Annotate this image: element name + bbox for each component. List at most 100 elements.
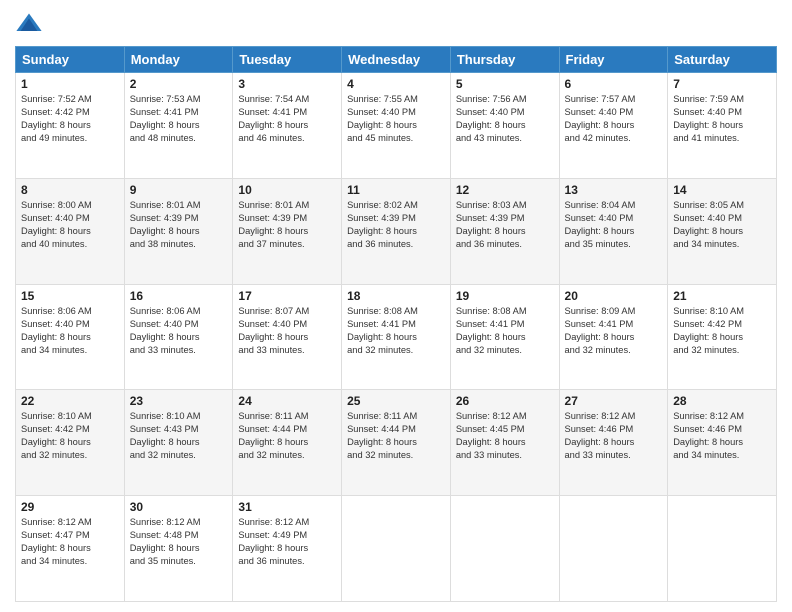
cell-info: Sunrise: 8:12 AM Sunset: 4:46 PM Dayligh… — [565, 410, 663, 462]
cell-info: Sunrise: 8:08 AM Sunset: 4:41 PM Dayligh… — [347, 305, 445, 357]
calendar-cell: 2 Sunrise: 7:53 AM Sunset: 4:41 PM Daylig… — [124, 73, 233, 179]
cell-info: Sunrise: 8:07 AM Sunset: 4:40 PM Dayligh… — [238, 305, 336, 357]
calendar-cell — [450, 496, 559, 602]
day-number: 5 — [456, 77, 554, 91]
calendar-cell: 15 Sunrise: 8:06 AM Sunset: 4:40 PM Dayli… — [16, 284, 125, 390]
calendar-cell: 18 Sunrise: 8:08 AM Sunset: 4:41 PM Dayli… — [342, 284, 451, 390]
calendar-cell — [668, 496, 777, 602]
calendar-cell: 17 Sunrise: 8:07 AM Sunset: 4:40 PM Dayli… — [233, 284, 342, 390]
cell-info: Sunrise: 8:12 AM Sunset: 4:49 PM Dayligh… — [238, 516, 336, 568]
cell-info: Sunrise: 8:12 AM Sunset: 4:45 PM Dayligh… — [456, 410, 554, 462]
calendar-cell: 14Sunrise: 8:05 AM Sunset: 4:40 PM Dayli… — [668, 178, 777, 284]
cell-info: Sunrise: 8:12 AM Sunset: 4:46 PM Dayligh… — [673, 410, 771, 462]
calendar-week-row: 29 Sunrise: 8:12 AM Sunset: 4:47 PM Dayli… — [16, 496, 777, 602]
calendar-cell: 26 Sunrise: 8:12 AM Sunset: 4:45 PM Dayli… — [450, 390, 559, 496]
cell-info: Sunrise: 8:10 AM Sunset: 4:42 PM Dayligh… — [673, 305, 771, 357]
calendar-cell: 5 Sunrise: 7:56 AM Sunset: 4:40 PM Daylig… — [450, 73, 559, 179]
day-number: 6 — [565, 77, 663, 91]
day-number: 12 — [456, 183, 554, 197]
day-number: 30 — [130, 500, 228, 514]
day-number: 11 — [347, 183, 445, 197]
weekday-header: Sunday — [16, 47, 125, 73]
calendar-cell: 23Sunrise: 8:10 AM Sunset: 4:43 PM Dayli… — [124, 390, 233, 496]
day-number: 13 — [565, 183, 663, 197]
cell-info: Sunrise: 8:09 AM Sunset: 4:41 PM Dayligh… — [565, 305, 663, 357]
cell-info: Sunrise: 7:59 AM Sunset: 4:40 PM Dayligh… — [673, 93, 771, 145]
calendar-cell: 7 Sunrise: 7:59 AM Sunset: 4:40 PM Daylig… — [668, 73, 777, 179]
calendar-cell: 25Sunrise: 8:11 AM Sunset: 4:44 PM Dayli… — [342, 390, 451, 496]
calendar-cell: 20Sunrise: 8:09 AM Sunset: 4:41 PM Dayli… — [559, 284, 668, 390]
calendar-cell: 31 Sunrise: 8:12 AM Sunset: 4:49 PM Dayli… — [233, 496, 342, 602]
cell-info: Sunrise: 7:54 AM Sunset: 4:41 PM Dayligh… — [238, 93, 336, 145]
logo — [15, 10, 47, 38]
weekday-header: Saturday — [668, 47, 777, 73]
day-number: 17 — [238, 289, 336, 303]
weekday-header: Thursday — [450, 47, 559, 73]
day-number: 26 — [456, 394, 554, 408]
day-number: 14 — [673, 183, 771, 197]
day-number: 10 — [238, 183, 336, 197]
calendar-cell: 22Sunrise: 8:10 AM Sunset: 4:42 PM Dayli… — [16, 390, 125, 496]
calendar-cell: 8Sunrise: 8:00 AM Sunset: 4:40 PM Daylig… — [16, 178, 125, 284]
calendar-week-row: 22Sunrise: 8:10 AM Sunset: 4:42 PM Dayli… — [16, 390, 777, 496]
weekday-header: Monday — [124, 47, 233, 73]
day-number: 22 — [21, 394, 119, 408]
calendar-cell: 30 Sunrise: 8:12 AM Sunset: 4:48 PM Dayli… — [124, 496, 233, 602]
day-number: 1 — [21, 77, 119, 91]
day-number: 28 — [673, 394, 771, 408]
calendar-cell: 9 Sunrise: 8:01 AM Sunset: 4:39 PM Daylig… — [124, 178, 233, 284]
day-number: 19 — [456, 289, 554, 303]
cell-info: Sunrise: 8:08 AM Sunset: 4:41 PM Dayligh… — [456, 305, 554, 357]
calendar-week-row: 1 Sunrise: 7:52 AM Sunset: 4:42 PM Daylig… — [16, 73, 777, 179]
page: SundayMondayTuesdayWednesdayThursdayFrid… — [0, 0, 792, 612]
cell-info: Sunrise: 8:06 AM Sunset: 4:40 PM Dayligh… — [21, 305, 119, 357]
calendar-cell — [559, 496, 668, 602]
day-number: 31 — [238, 500, 336, 514]
day-number: 29 — [21, 500, 119, 514]
cell-info: Sunrise: 8:02 AM Sunset: 4:39 PM Dayligh… — [347, 199, 445, 251]
calendar-cell — [342, 496, 451, 602]
cell-info: Sunrise: 7:56 AM Sunset: 4:40 PM Dayligh… — [456, 93, 554, 145]
calendar-table: SundayMondayTuesdayWednesdayThursdayFrid… — [15, 46, 777, 602]
calendar-cell: 29 Sunrise: 8:12 AM Sunset: 4:47 PM Dayli… — [16, 496, 125, 602]
calendar-cell: 16Sunrise: 8:06 AM Sunset: 4:40 PM Dayli… — [124, 284, 233, 390]
day-number: 21 — [673, 289, 771, 303]
day-number: 3 — [238, 77, 336, 91]
day-number: 18 — [347, 289, 445, 303]
day-number: 15 — [21, 289, 119, 303]
cell-info: Sunrise: 8:11 AM Sunset: 4:44 PM Dayligh… — [347, 410, 445, 462]
logo-icon — [15, 10, 43, 38]
cell-info: Sunrise: 8:10 AM Sunset: 4:43 PM Dayligh… — [130, 410, 228, 462]
calendar-cell: 11 Sunrise: 8:02 AM Sunset: 4:39 PM Dayli… — [342, 178, 451, 284]
cell-info: Sunrise: 8:12 AM Sunset: 4:47 PM Dayligh… — [21, 516, 119, 568]
calendar-week-row: 15 Sunrise: 8:06 AM Sunset: 4:40 PM Dayli… — [16, 284, 777, 390]
cell-info: Sunrise: 8:03 AM Sunset: 4:39 PM Dayligh… — [456, 199, 554, 251]
cell-info: Sunrise: 7:52 AM Sunset: 4:42 PM Dayligh… — [21, 93, 119, 145]
calendar-cell: 28 Sunrise: 8:12 AM Sunset: 4:46 PM Dayli… — [668, 390, 777, 496]
day-number: 4 — [347, 77, 445, 91]
cell-info: Sunrise: 7:57 AM Sunset: 4:40 PM Dayligh… — [565, 93, 663, 145]
cell-info: Sunrise: 8:12 AM Sunset: 4:48 PM Dayligh… — [130, 516, 228, 568]
calendar-cell: 24Sunrise: 8:11 AM Sunset: 4:44 PM Dayli… — [233, 390, 342, 496]
calendar-cell: 4 Sunrise: 7:55 AM Sunset: 4:40 PM Daylig… — [342, 73, 451, 179]
day-number: 9 — [130, 183, 228, 197]
cell-info: Sunrise: 7:55 AM Sunset: 4:40 PM Dayligh… — [347, 93, 445, 145]
calendar-cell: 13 Sunrise: 8:04 AM Sunset: 4:40 PM Dayli… — [559, 178, 668, 284]
cell-info: Sunrise: 8:11 AM Sunset: 4:44 PM Dayligh… — [238, 410, 336, 462]
cell-info: Sunrise: 8:01 AM Sunset: 4:39 PM Dayligh… — [238, 199, 336, 251]
calendar-cell: 10 Sunrise: 8:01 AM Sunset: 4:39 PM Dayli… — [233, 178, 342, 284]
cell-info: Sunrise: 7:53 AM Sunset: 4:41 PM Dayligh… — [130, 93, 228, 145]
weekday-header: Friday — [559, 47, 668, 73]
calendar-week-row: 8Sunrise: 8:00 AM Sunset: 4:40 PM Daylig… — [16, 178, 777, 284]
calendar-cell: 12 Sunrise: 8:03 AM Sunset: 4:39 PM Dayli… — [450, 178, 559, 284]
day-number: 2 — [130, 77, 228, 91]
cell-info: Sunrise: 8:00 AM Sunset: 4:40 PM Dayligh… — [21, 199, 119, 251]
cell-info: Sunrise: 8:04 AM Sunset: 4:40 PM Dayligh… — [565, 199, 663, 251]
day-number: 7 — [673, 77, 771, 91]
calendar-cell: 21 Sunrise: 8:10 AM Sunset: 4:42 PM Dayli… — [668, 284, 777, 390]
calendar-cell: 1 Sunrise: 7:52 AM Sunset: 4:42 PM Daylig… — [16, 73, 125, 179]
cell-info: Sunrise: 8:01 AM Sunset: 4:39 PM Dayligh… — [130, 199, 228, 251]
weekday-header: Tuesday — [233, 47, 342, 73]
calendar-body: 1 Sunrise: 7:52 AM Sunset: 4:42 PM Daylig… — [16, 73, 777, 602]
cell-info: Sunrise: 8:06 AM Sunset: 4:40 PM Dayligh… — [130, 305, 228, 357]
